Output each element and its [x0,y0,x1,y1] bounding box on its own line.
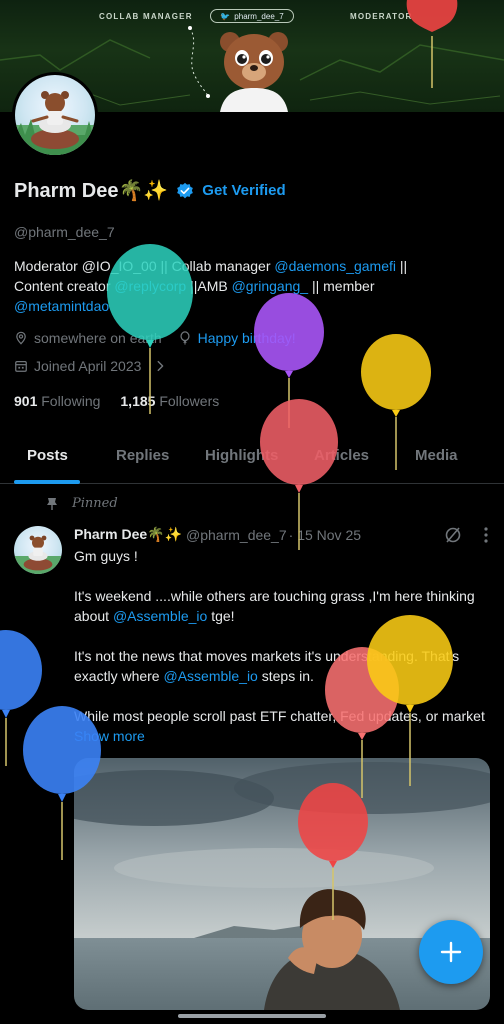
followers-label: Followers [159,393,220,409]
balloon-icon [180,331,190,345]
profile-tabs: Posts Replies Highlights Articles Media [0,436,504,484]
more-vertical-icon[interactable] [484,527,488,543]
bio-text: Content creator [14,278,115,294]
following-label: Following [41,393,101,409]
bio-text: Moderator @IO_IO_00 || Collab manager [14,258,275,274]
grok-icon[interactable] [444,526,462,544]
tab-articles[interactable]: Articles [314,447,369,464]
bio-mention-replycorp[interactable]: @replycorp [114,278,186,294]
bird-icon: 🐦 [220,11,231,21]
post-timestamp[interactable]: · 15 Nov 25 [289,527,361,543]
calendar-icon [15,361,27,372]
get-verified-link[interactable]: Get Verified [202,182,285,199]
banner-handle-text: pharm_dee_7 [234,11,284,21]
joined-text: Joined April 2023 [34,358,142,374]
banner-moderator-label: MODERATOR [350,12,413,21]
verified-badge-icon[interactable] [176,182,194,200]
tab-replies[interactable]: Replies [116,447,169,464]
home-indicator-bar[interactable] [178,1014,326,1018]
post-header: Pharm Dee🌴✨ @pharm_dee_7 · 15 Nov 25 [74,526,494,543]
pinned-label: Pinned [72,496,118,511]
banner-handle-pill: 🐦 pharm_dee_7 [210,9,294,23]
follow-stats: 901 Following 1,185 Followers [14,393,219,409]
show-more-link[interactable]: Show more [74,728,145,744]
chevron-right-icon [157,360,164,372]
tab-media[interactable]: Media [415,447,458,464]
avatar-meditating-bear-image [14,535,62,574]
pinned-indicator: Pinned [46,496,118,511]
active-tab-indicator [14,480,80,484]
post-author-avatar[interactable] [14,526,62,574]
plus-icon [440,941,462,963]
post-mention-assemble[interactable]: @Assemble_io [163,668,257,684]
post-author-name[interactable]: Pharm Dee🌴✨ [74,526,182,543]
bio-text: || member [308,278,375,294]
compose-post-button[interactable] [419,920,483,984]
banner-collab-label: COLLAB MANAGER [99,12,193,21]
display-name: Pharm Dee🌴✨ [14,180,169,202]
post-paragraph: It's weekend ....while others are touchi… [74,588,475,624]
tab-posts[interactable]: Posts [27,447,68,464]
post-mention-assemble[interactable]: @Assemble_io [113,608,207,624]
profile-avatar[interactable] [12,72,98,158]
avatar-meditating-bear-image [15,91,95,155]
followers-count: 1,185 [120,393,156,409]
bio-text: || [396,258,408,274]
followers-stat[interactable]: 1,185 Followers [120,393,219,409]
following-count: 901 [14,393,38,409]
location-text: somewhere on earth [34,330,162,346]
post-author-handle[interactable]: @pharm_dee_7 [186,527,287,543]
bio-mention-metamintdao[interactable]: @metamintdao [14,298,109,314]
bear-mascot-illustration [220,32,288,112]
bio-mention-gringang[interactable]: @gringang_ [232,278,309,294]
post-paragraph: It's not the news that moves markets it'… [74,648,460,684]
profile-bio: Moderator @IO_IO_00 || Collab manager @d… [14,256,494,316]
profile-meta-row: somewhere on earth Happy birthday! [14,330,296,346]
post-paragraph: Gm guys ! [74,548,138,564]
bio-mention-daemons[interactable]: @daemons_gamefi [274,258,396,274]
birthday-link[interactable]: Happy birthday! [198,330,296,346]
post-paragraph: While most people scroll past ETF chatte… [74,708,485,744]
balloon [0,630,42,766]
tab-highlights[interactable]: Highlights [205,447,278,464]
post-actions [444,526,488,544]
pin-icon [47,497,57,510]
location-pin-icon [16,331,26,345]
joined-row[interactable]: Joined April 2023 [14,358,167,374]
post-text[interactable]: Gm guys ! It's weekend ....while others … [74,546,494,746]
following-stat[interactable]: 901 Following [14,393,100,409]
bio-text: ||AMB [186,278,232,294]
profile-name-row: Pharm Dee🌴✨ Get Verified [14,178,286,203]
profile-handle: @pharm_dee_7 [14,224,115,240]
